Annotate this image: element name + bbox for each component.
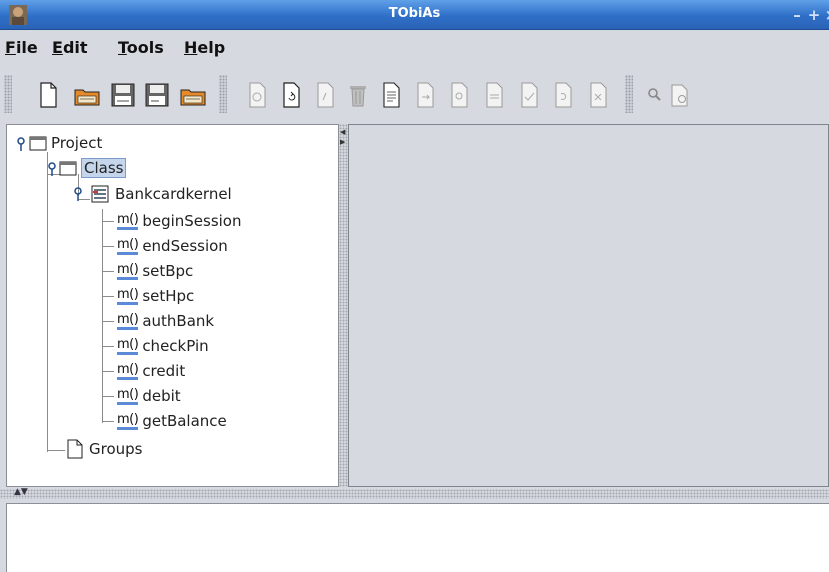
- properties-icon[interactable]: [664, 80, 694, 110]
- method-label: endSession: [142, 237, 228, 255]
- method-node[interactable]: m() credit: [117, 360, 185, 382]
- node-label: Groups: [89, 440, 143, 458]
- tree-line: [102, 421, 114, 422]
- collapse-left-icon[interactable]: ◀: [340, 129, 345, 136]
- tree-line: [47, 450, 65, 451]
- document-icon: [67, 439, 83, 459]
- folder-icon: [59, 161, 77, 176]
- method-node[interactable]: m() authBank: [117, 310, 214, 332]
- close-button[interactable]: ×: [822, 6, 829, 24]
- tree-line: [102, 321, 114, 322]
- method-icon: m(): [117, 287, 139, 305]
- tree-line: [102, 209, 103, 423]
- new-file-icon[interactable]: [33, 80, 63, 110]
- horizontal-split-divider[interactable]: ▲▼: [0, 487, 829, 499]
- method-node[interactable]: m() checkPin: [117, 335, 209, 357]
- save-as-icon[interactable]: [142, 80, 172, 110]
- tree-line: [47, 152, 48, 452]
- method-icon: m(): [117, 237, 139, 255]
- tree-node-groups[interactable]: Groups: [67, 438, 142, 460]
- tree-line: [102, 296, 114, 297]
- toolbar-grip[interactable]: [4, 75, 12, 113]
- toolbar-grip[interactable]: [219, 75, 227, 113]
- method-icon: m(): [117, 262, 139, 280]
- convert-icon[interactable]: [479, 80, 509, 110]
- toolbar: [0, 67, 829, 121]
- method-label: authBank: [142, 312, 215, 330]
- method-label: setBpc: [142, 262, 194, 280]
- validate-icon[interactable]: [514, 80, 544, 110]
- folder-icon: [29, 136, 47, 151]
- collapse-right-icon[interactable]: ▶: [340, 139, 345, 146]
- vertical-split-divider[interactable]: ◀ ▶: [339, 124, 348, 487]
- menu-bar: File Edit Tools Help: [0, 31, 829, 65]
- save-icon[interactable]: [108, 80, 138, 110]
- trash-icon[interactable]: [343, 80, 373, 110]
- method-icon: m(): [117, 412, 139, 430]
- method-icon: m(): [117, 312, 139, 330]
- method-label: setHpc: [142, 287, 195, 305]
- app-window: TObiAs – + × File Edit Tools Help: [0, 0, 829, 572]
- generate-icon[interactable]: [242, 80, 272, 110]
- node-label: Project: [51, 134, 103, 152]
- tree-line: [102, 346, 114, 347]
- tree-line: [102, 246, 114, 247]
- tree-line: [102, 221, 114, 222]
- method-label: debit: [142, 387, 181, 405]
- minimize-button[interactable]: –: [788, 6, 806, 24]
- collapse-toggle-icon[interactable]: [47, 161, 57, 177]
- method-label: getBalance: [142, 412, 227, 430]
- tree-line: [102, 371, 114, 372]
- collapse-toggle-icon[interactable]: [73, 186, 83, 202]
- regenerate-icon[interactable]: [276, 80, 306, 110]
- method-node[interactable]: m() getBalance: [117, 410, 227, 432]
- method-icon: m(): [117, 212, 139, 230]
- open-folder-alt-icon[interactable]: [178, 80, 208, 110]
- node-label: Class: [81, 158, 127, 178]
- window-title: TObiAs: [388, 6, 441, 21]
- tree-line: [102, 396, 114, 397]
- document-icon[interactable]: [376, 80, 406, 110]
- method-label: credit: [142, 362, 186, 380]
- menu-help[interactable]: Help: [184, 38, 225, 57]
- collapse-toggle-icon[interactable]: [16, 136, 26, 152]
- method-node[interactable]: m() debit: [117, 385, 181, 407]
- maximize-button[interactable]: +: [805, 6, 823, 24]
- method-label: beginSession: [142, 212, 242, 230]
- editor-panel[interactable]: [348, 124, 829, 487]
- split-arrows-icon[interactable]: ▲▼: [14, 487, 28, 497]
- export-icon[interactable]: [410, 80, 440, 110]
- title-bar[interactable]: TObiAs – + ×: [0, 0, 829, 30]
- tree-node-bankcardkernel[interactable]: Bankcardkernel: [91, 183, 232, 205]
- method-node[interactable]: m() endSession: [117, 235, 228, 257]
- script-icon[interactable]: [310, 80, 340, 110]
- output-panel[interactable]: [6, 503, 829, 572]
- tree-line: [102, 271, 114, 272]
- method-node[interactable]: m() beginSession: [117, 210, 242, 232]
- method-node[interactable]: m() setHpc: [117, 285, 194, 307]
- method-icon: m(): [117, 362, 139, 380]
- method-icon: m(): [117, 387, 139, 405]
- open-folder-icon[interactable]: [72, 80, 102, 110]
- method-label: checkPin: [142, 337, 209, 355]
- method-node[interactable]: m() setBpc: [117, 260, 193, 282]
- sync-icon[interactable]: [548, 80, 578, 110]
- toolbar-grip[interactable]: [625, 75, 633, 113]
- project-tree[interactable]: Project Class Bankcardkernel m() beginSe…: [6, 124, 339, 487]
- menu-tools[interactable]: Tools: [118, 38, 164, 57]
- transform-icon[interactable]: [583, 80, 613, 110]
- tree-node-project[interactable]: Project: [29, 132, 102, 154]
- menu-file[interactable]: File: [5, 38, 38, 57]
- menu-edit[interactable]: Edit: [52, 38, 88, 57]
- import-icon[interactable]: [444, 80, 474, 110]
- method-icon: m(): [117, 337, 139, 355]
- tree-node-class[interactable]: Class: [59, 157, 127, 179]
- class-icon: [91, 185, 109, 203]
- node-label: Bankcardkernel: [115, 185, 232, 203]
